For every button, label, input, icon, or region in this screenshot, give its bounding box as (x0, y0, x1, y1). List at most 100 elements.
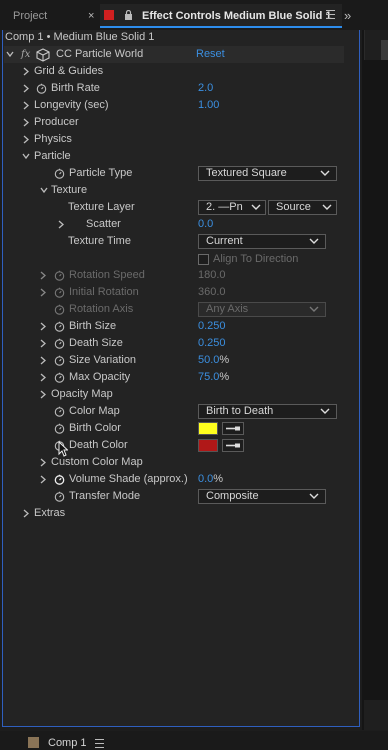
param-rotation-speed: Rotation Speed 180.0 (4, 267, 344, 284)
param-unit: % (213, 473, 224, 485)
stopwatch-icon[interactable] (54, 491, 65, 502)
param-value[interactable]: 1.00 (198, 97, 219, 114)
stopwatch-icon[interactable] (54, 270, 65, 281)
dropdown-value: Textured Square (206, 167, 287, 179)
chevron-down-icon[interactable] (22, 148, 30, 165)
lock-icon[interactable] (124, 10, 133, 20)
param-texture-layer: Texture Layer 2. —Pn Source (4, 199, 344, 216)
param-transfer-mode: Transfer Mode Composite (4, 488, 344, 505)
chevron-right-icon[interactable] (22, 505, 30, 522)
tab-overflow-icon[interactable]: » (344, 6, 351, 26)
tab-project[interactable]: Project (13, 6, 47, 26)
stopwatch-icon[interactable] (54, 287, 65, 298)
adjacent-panel-footer (364, 700, 388, 730)
param-label: Rotation Speed (69, 269, 145, 281)
param-color-map: Color Map Birth to Death (4, 403, 344, 420)
group-texture[interactable]: Texture (4, 182, 344, 199)
reset-button[interactable]: Reset (196, 46, 225, 63)
tab-close-icon[interactable]: × (88, 6, 94, 26)
param-value[interactable]: 0.250 (198, 318, 226, 335)
chevron-right-icon[interactable] (22, 131, 30, 148)
chevron-down-icon (309, 238, 319, 244)
param-label: Birth Rate (51, 82, 100, 94)
fx-toggle[interactable]: fx (21, 46, 30, 63)
texture-time-dropdown[interactable]: Current (198, 234, 326, 249)
stopwatch-icon[interactable] (54, 321, 65, 332)
param-value: 75.0 (198, 371, 220, 383)
chevron-right-icon[interactable] (39, 454, 47, 471)
param-value[interactable]: 2.0 (198, 80, 213, 97)
param-value-wrap[interactable]: 0.0% (198, 471, 223, 488)
chevron-right-icon[interactable] (22, 63, 30, 80)
stopwatch-icon[interactable] (54, 406, 65, 417)
chevron-right-icon[interactable] (22, 114, 30, 131)
eyedropper-button[interactable] (222, 422, 244, 435)
group-particle[interactable]: Particle (4, 148, 344, 165)
stopwatch-icon[interactable] (54, 372, 65, 383)
param-label: Death Color (69, 439, 128, 451)
composition-icon (28, 737, 39, 748)
transfer-mode-dropdown[interactable]: Composite (198, 489, 326, 504)
chevron-down-icon[interactable] (40, 182, 48, 199)
align-direction-checkbox[interactable] (198, 254, 209, 265)
stopwatch-icon[interactable] (54, 355, 65, 366)
tab-comp-1[interactable]: Comp 1 (48, 736, 87, 750)
stopwatch-icon[interactable] (36, 83, 47, 94)
chevron-right-icon[interactable] (39, 335, 47, 352)
chevron-right-icon[interactable] (39, 352, 47, 369)
group-extras[interactable]: Extras (4, 505, 344, 522)
birth-color-swatch[interactable] (198, 422, 218, 435)
chevron-right-icon[interactable] (22, 97, 30, 114)
texture-layer-dropdown[interactable]: 2. —Pn (198, 200, 266, 215)
group-label: Texture (51, 184, 88, 196)
stopwatch-icon[interactable] (54, 304, 65, 315)
dropdown-value: Current (206, 235, 243, 247)
param-value[interactable]: 0.250 (198, 335, 226, 352)
particle-type-dropdown[interactable]: Textured Square (198, 166, 337, 181)
adjacent-panel (362, 30, 388, 730)
param-death-color: Death Color (4, 437, 344, 454)
checkbox-label: Align To Direction (213, 253, 299, 265)
chevron-right-icon[interactable] (22, 80, 30, 97)
chevron-down-icon (251, 204, 261, 210)
chevron-right-icon[interactable] (39, 318, 47, 335)
chevron-right-icon[interactable] (39, 284, 47, 301)
chevron-right-icon[interactable] (39, 471, 47, 488)
chevron-right-icon[interactable] (39, 386, 47, 403)
param-value-wrap[interactable]: 50.0% (198, 352, 229, 369)
stopwatch-icon[interactable] (54, 168, 65, 179)
param-birth-size: Birth Size 0.250 (4, 318, 344, 335)
stopwatch-icon[interactable] (54, 474, 65, 485)
death-color-swatch[interactable] (198, 439, 218, 452)
texture-source-dropdown[interactable]: Source (268, 200, 337, 215)
eyedropper-button[interactable] (222, 439, 244, 452)
effect-header-row[interactable]: fx CC Particle World Reset (4, 46, 344, 63)
param-value[interactable]: 360.0 (198, 284, 226, 301)
param-value-wrap[interactable]: 75.0% (198, 369, 229, 386)
param-longevity: Longevity (sec) 1.00 (4, 97, 344, 114)
group-grid-guides[interactable]: Grid & Guides (4, 63, 344, 80)
stopwatch-icon[interactable] (54, 423, 65, 434)
group-producer[interactable]: Producer (4, 114, 344, 131)
param-value: 50.0 (198, 354, 220, 366)
panel-menu-icon[interactable] (326, 10, 335, 19)
param-value[interactable]: 0.0 (198, 216, 213, 233)
rotation-axis-dropdown[interactable]: Any Axis (198, 302, 326, 317)
chevron-right-icon[interactable] (57, 216, 65, 233)
chevron-down-icon[interactable] (6, 46, 14, 63)
chevron-right-icon[interactable] (39, 369, 47, 386)
chevron-down-icon (322, 204, 332, 210)
param-label: Particle Type (69, 167, 133, 179)
dropdown-value: Composite (206, 490, 259, 502)
group-custom-color-map[interactable]: Custom Color Map (4, 454, 344, 471)
color-map-dropdown[interactable]: Birth to Death (198, 404, 337, 419)
group-opacity-map[interactable]: Opacity Map (4, 386, 344, 403)
chevron-right-icon[interactable] (39, 267, 47, 284)
group-physics[interactable]: Physics (4, 131, 344, 148)
param-value[interactable]: 180.0 (198, 267, 226, 284)
stopwatch-icon[interactable] (54, 338, 65, 349)
chevron-down-icon (309, 493, 319, 499)
param-label: Volume Shade (approx.) (69, 473, 188, 485)
panel-menu-icon[interactable] (95, 739, 104, 748)
param-birth-color: Birth Color (4, 420, 344, 437)
